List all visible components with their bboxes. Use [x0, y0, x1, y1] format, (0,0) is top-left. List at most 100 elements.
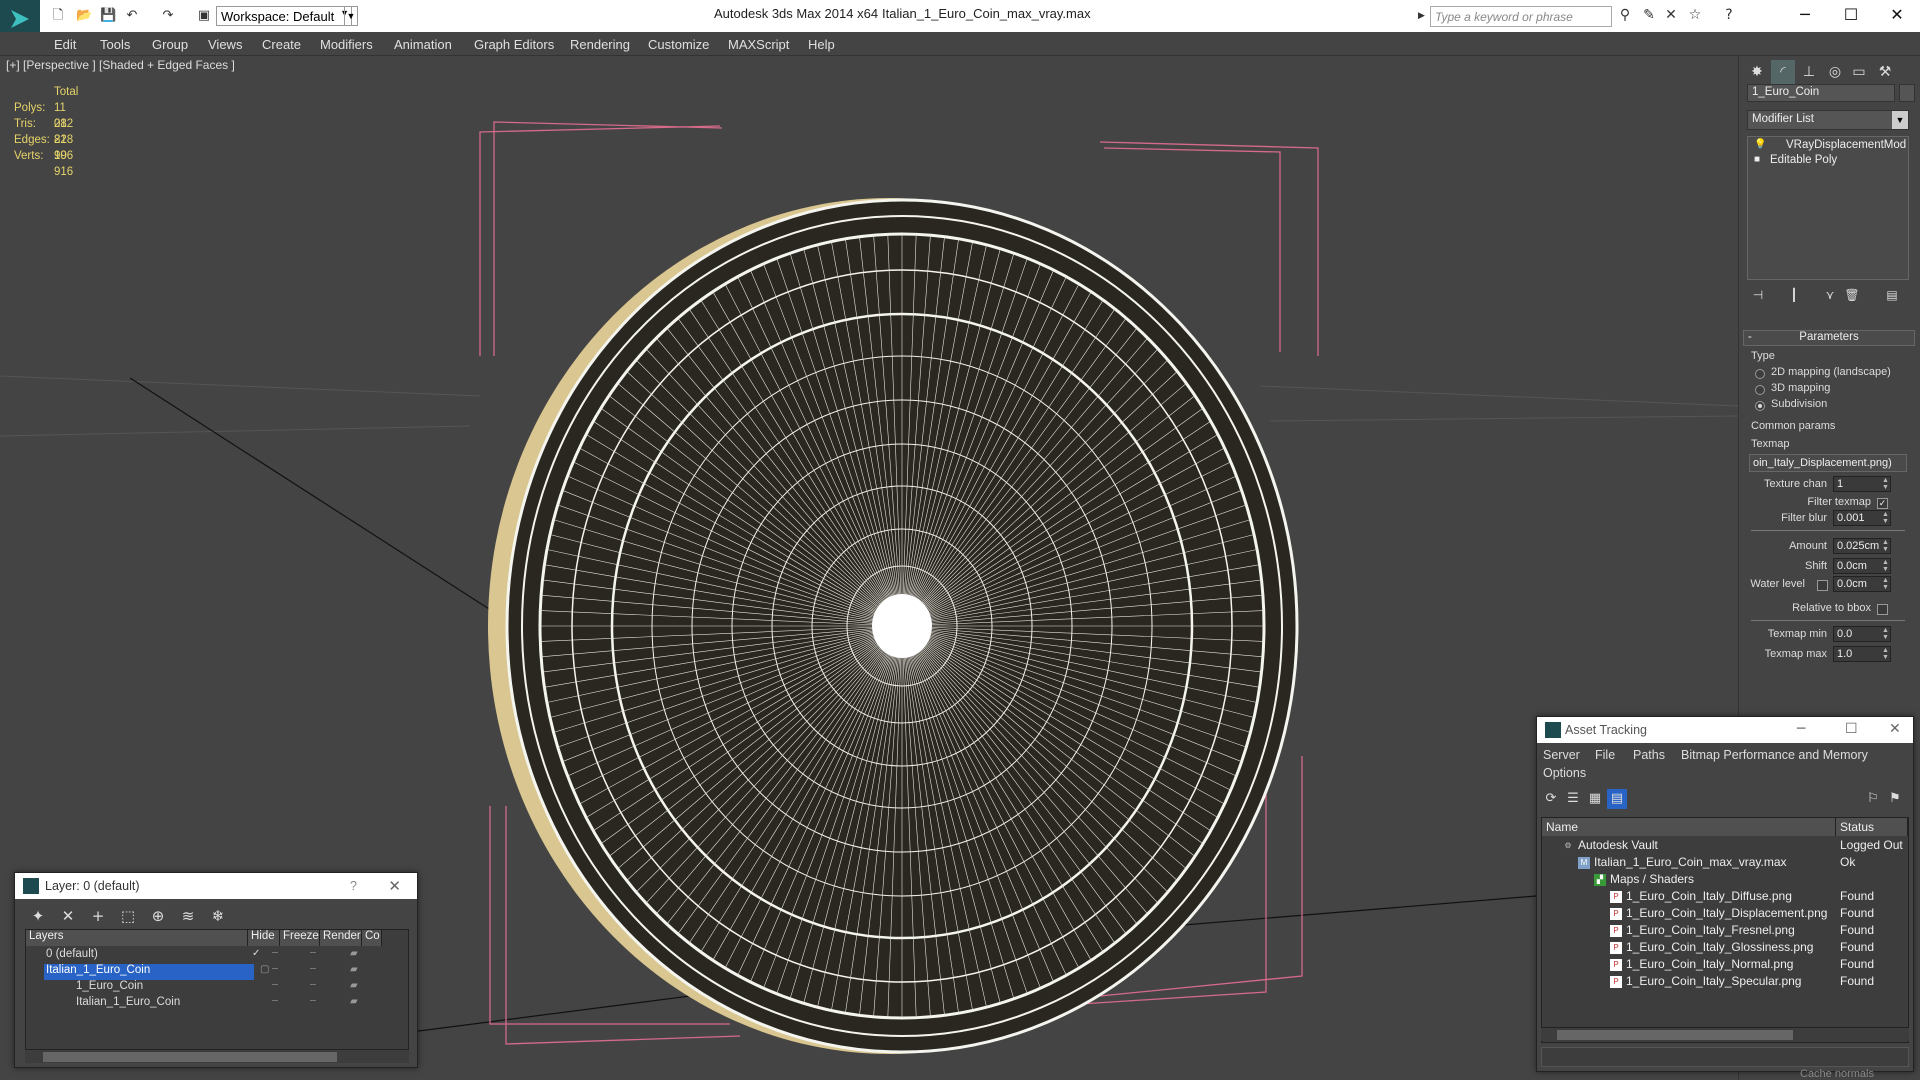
column-name[interactable]: Name: [1542, 818, 1836, 836]
menu-tools[interactable]: Tools: [100, 37, 130, 52]
close-button[interactable]: ✕: [388, 877, 401, 895]
freeze-toggle[interactable]: ┄: [310, 964, 316, 975]
layer-row[interactable]: Italian_1_Euro_Coin ┄ ┄ ▰: [26, 996, 408, 1012]
layer-horizontal-scrollbar[interactable]: [25, 1049, 409, 1063]
display-tab-icon[interactable]: ▭: [1847, 60, 1871, 84]
open-file-icon[interactable]: 📂: [76, 8, 92, 24]
spinner-arrows-icon[interactable]: ▲ ▼: [1881, 477, 1890, 491]
asset-row[interactable]: ⚙ Autodesk Vault Logged Out: [1542, 838, 1908, 855]
column-render[interactable]: Render: [320, 930, 362, 946]
spinner-arrows-icon[interactable]: ▲ ▼: [1881, 539, 1890, 553]
viewport-label[interactable]: [+] [Perspective ] [Shaded + Edged Faces…: [6, 58, 235, 72]
menu-animation[interactable]: Animation: [394, 37, 452, 52]
layer-row[interactable]: Italian_1_Euro_Coin ▢ ┄ ┄ ▰: [26, 964, 408, 980]
menu-file[interactable]: File: [1595, 748, 1615, 762]
search-expand-icon[interactable]: ▶: [1418, 10, 1425, 21]
modify-tab-icon[interactable]: ◜: [1771, 60, 1795, 84]
expand-plus-icon[interactable]: ■: [1754, 154, 1760, 165]
asset-row[interactable]: P 1_Euro_Coin_Italy_Glossiness.png Found: [1542, 940, 1908, 957]
texmap-button[interactable]: oin_Italy_Displacement.png): [1749, 454, 1907, 472]
render-toggle-icon[interactable]: ▰: [350, 996, 358, 1007]
asset-row[interactable]: P 1_Euro_Coin_Italy_Fresnel.png Found: [1542, 923, 1908, 940]
stack-item-vraydisplacementmod[interactable]: 💡 VRayDisplacementMod: [1750, 139, 1906, 154]
menu-options[interactable]: Options: [1543, 766, 1586, 780]
redo-icon[interactable]: ↷: [160, 8, 176, 24]
menu-server[interactable]: Server: [1543, 748, 1580, 762]
active-layer-box-icon[interactable]: ▢: [260, 964, 269, 975]
hide-all-layers-icon[interactable]: ≋: [177, 905, 199, 927]
highlight-layer-icon[interactable]: ⊕: [147, 905, 169, 927]
filter-texmap-checkbox[interactable]: ✓: [1877, 498, 1888, 509]
scrollbar-thumb[interactable]: [1557, 1030, 1793, 1040]
texmap-max-spinner[interactable]: 1.0 ▲ ▼: [1833, 646, 1891, 662]
subscription-icon[interactable]: ✎: [1640, 7, 1658, 25]
save-icon[interactable]: 💾: [100, 8, 116, 24]
menu-group[interactable]: Group: [152, 37, 188, 52]
pin-stack-icon[interactable]: ⊣: [1749, 288, 1767, 306]
freeze-toggle[interactable]: ┄: [310, 996, 316, 1007]
project-folder-icon[interactable]: ▣: [196, 8, 212, 24]
filter-icon[interactable]: ⚑: [1885, 789, 1905, 809]
stack-item-editable-poly[interactable]: ■ Editable Poly: [1750, 154, 1906, 169]
menu-help[interactable]: Help: [808, 37, 835, 52]
column-freeze[interactable]: Freeze: [280, 930, 320, 946]
close-button[interactable]: ✕: [1874, 2, 1920, 28]
asset-row[interactable]: P 1_Euro_Coin_Italy_Specular.png Found: [1542, 974, 1908, 991]
spinner-arrows-icon[interactable]: ▲ ▼: [1881, 511, 1890, 525]
asset-row[interactable]: P 1_Euro_Coin_Italy_Displacement.png Fou…: [1542, 906, 1908, 923]
render-toggle-icon[interactable]: ▰: [350, 964, 358, 975]
hide-toggle[interactable]: ┄: [272, 964, 278, 975]
hide-toggle[interactable]: ┄: [272, 980, 278, 991]
water-level-checkbox[interactable]: [1817, 580, 1828, 591]
new-layer-icon[interactable]: ✦: [27, 905, 49, 927]
texmap-min-spinner[interactable]: 0.0 ▲ ▼: [1833, 626, 1891, 642]
spinner-arrows-icon[interactable]: ▲ ▼: [1881, 647, 1890, 661]
asset-path-field[interactable]: [1541, 1047, 1909, 1067]
layer-dialog-titlebar[interactable]: Layer: 0 (default) ? ✕: [15, 873, 417, 899]
column-color[interactable]: Co: [362, 930, 382, 946]
layer-name[interactable]: 0 (default): [44, 948, 98, 964]
filter-blur-spinner[interactable]: 0.001 ▲ ▼: [1833, 510, 1891, 526]
freeze-toggle[interactable]: ┄: [310, 948, 316, 959]
asset-row[interactable]: ▞ Maps / Shaders: [1542, 872, 1908, 889]
column-status[interactable]: Status: [1836, 818, 1908, 836]
tree-view-icon[interactable]: ▦: [1585, 789, 1605, 809]
maximize-button[interactable]: ☐: [1828, 2, 1874, 28]
new-file-icon[interactable]: 🗋: [50, 8, 66, 24]
asset-tracking-titlebar[interactable]: Asset Tracking ─ ☐ ✕: [1537, 717, 1913, 743]
refresh-icon[interactable]: ⟳: [1541, 789, 1561, 809]
column-hide[interactable]: Hide: [248, 930, 280, 946]
list-view-icon[interactable]: ☰: [1563, 789, 1583, 809]
spinner-arrows-icon[interactable]: ▲ ▼: [1881, 577, 1890, 591]
render-toggle-icon[interactable]: ▰: [350, 948, 358, 959]
undo-icon[interactable]: ↶: [124, 8, 140, 24]
remove-modifier-icon[interactable]: 🗑: [1843, 288, 1861, 306]
layer-row[interactable]: 1_Euro_Coin ┄ ┄ ▰: [26, 980, 408, 996]
workspace-menu-icon[interactable]: ▼: [344, 6, 358, 26]
highlight-editable-icon[interactable]: ⚐: [1863, 789, 1883, 809]
freeze-toggle[interactable]: ┄: [310, 980, 316, 991]
configure-sets-icon[interactable]: ▤: [1883, 288, 1901, 306]
asset-horizontal-scrollbar[interactable]: [1541, 1027, 1909, 1041]
render-toggle-icon[interactable]: ▰: [350, 980, 358, 991]
create-tab-icon[interactable]: ✸: [1745, 60, 1769, 84]
spinner-arrows-icon[interactable]: ▲ ▼: [1881, 627, 1890, 641]
asset-row[interactable]: M Italian_1_Euro_Coin_max_vray.max Ok: [1542, 855, 1908, 872]
hide-toggle[interactable]: ┄: [272, 948, 278, 959]
object-color-swatch[interactable]: [1899, 84, 1915, 102]
shift-spinner[interactable]: 0.0cm ▲ ▼: [1833, 558, 1891, 574]
amount-spinner[interactable]: 0.025cm ▲ ▼: [1833, 538, 1891, 554]
water-level-spinner[interactable]: 0.0cm ▲ ▼: [1833, 576, 1891, 592]
relative-to-bbox-checkbox[interactable]: [1877, 604, 1888, 615]
menu-edit[interactable]: Edit: [54, 37, 76, 52]
radio-subdivision[interactable]: Subdivision: [1753, 398, 1827, 411]
menu-maxscript[interactable]: MAXScript: [728, 37, 789, 52]
texture-chan-spinner[interactable]: 1 ▲ ▼: [1833, 476, 1891, 492]
make-unique-icon[interactable]: ⋎: [1821, 288, 1839, 306]
motion-tab-icon[interactable]: ◎: [1823, 60, 1847, 84]
menu-bitmap-performance[interactable]: Bitmap Performance and Memory: [1681, 748, 1868, 762]
hierarchy-tab-icon[interactable]: ⊥: [1797, 60, 1821, 84]
help-button[interactable]: ?: [350, 879, 357, 893]
utilities-tab-icon[interactable]: ⚒: [1873, 60, 1897, 84]
freeze-all-layers-icon[interactable]: ❄: [207, 905, 229, 927]
